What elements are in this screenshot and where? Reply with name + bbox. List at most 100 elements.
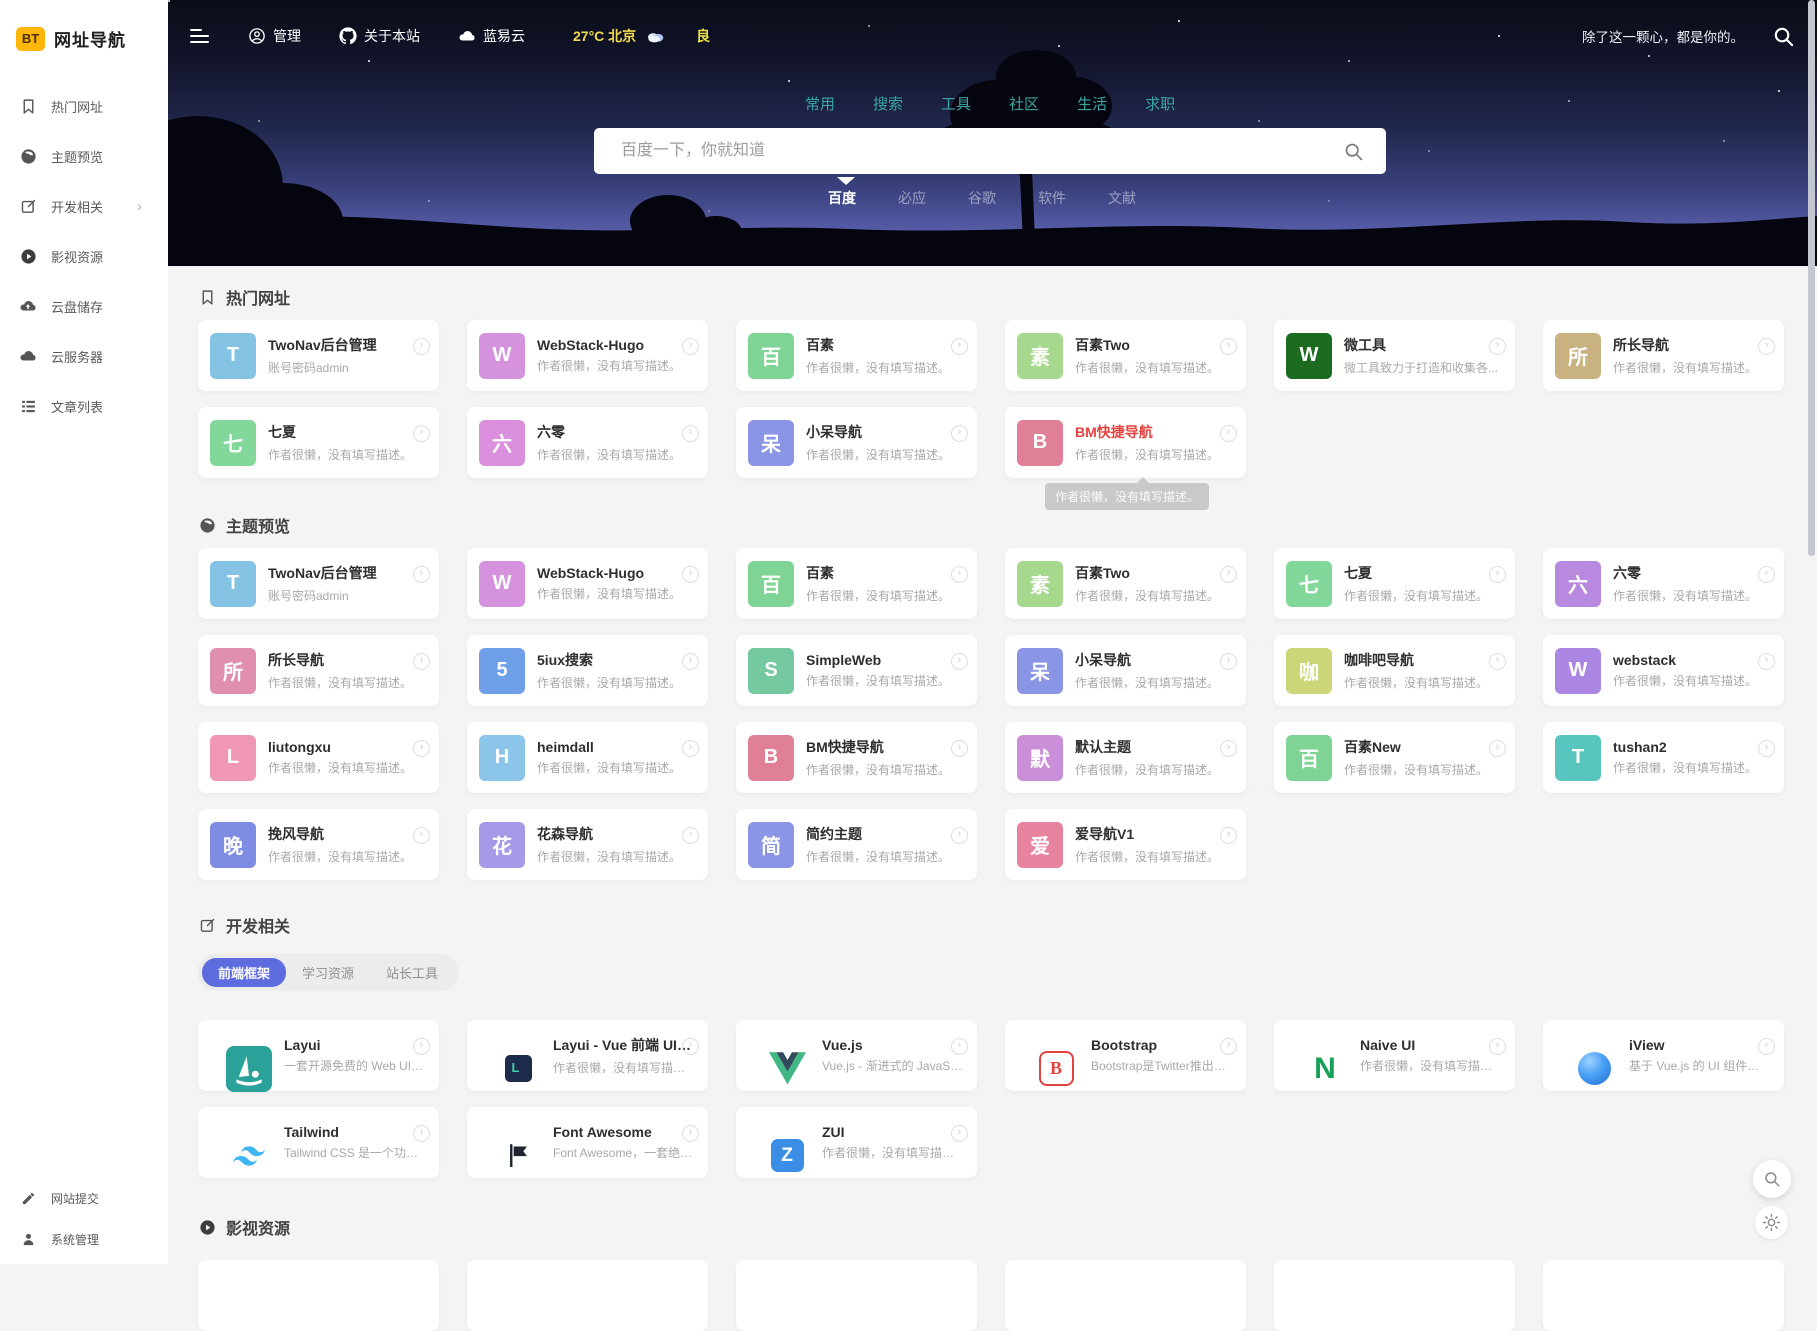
site-card[interactable]: WWebStack-Hugo作者很懒，没有填写描述。› [467, 548, 708, 619]
category-tab-4[interactable]: 生活 [1077, 93, 1107, 114]
chevron-circle-icon[interactable]: › [413, 653, 430, 670]
sidebar-item-admin[interactable]: 系统管理 [0, 1219, 168, 1260]
chevron-circle-icon[interactable]: › [1220, 338, 1237, 355]
site-card[interactable]: 素百素Two作者很懒，没有填写描述。› [1005, 548, 1246, 619]
search-icon[interactable] [1772, 25, 1795, 48]
chevron-circle-icon[interactable]: › [951, 1038, 968, 1055]
chevron-circle-icon[interactable]: › [682, 1125, 699, 1142]
site-card[interactable]: 55iux搜索作者很懒，没有填写描述。› [467, 635, 708, 706]
chevron-circle-icon[interactable]: › [1758, 338, 1775, 355]
site-card[interactable]: 咖咖啡吧导航作者很懒，没有填写描述。› [1274, 635, 1515, 706]
site-card[interactable]: 呆小呆导航作者很懒，没有填写描述。› [1005, 635, 1246, 706]
site-card[interactable]: 所所长导航作者很懒，没有填写描述。› [198, 635, 439, 706]
sidebar-item-submit[interactable]: 网站提交 [0, 1178, 168, 1219]
chevron-circle-icon[interactable]: › [682, 1038, 699, 1055]
chevron-circle-icon[interactable]: › [951, 566, 968, 583]
site-card[interactable]: 百百素作者很懒，没有填写描述。› [736, 548, 977, 619]
engine-bing[interactable]: 必应 [898, 188, 926, 208]
site-card[interactable] [467, 1260, 708, 1331]
chevron-circle-icon[interactable]: › [951, 425, 968, 442]
category-tab-3[interactable]: 社区 [1009, 93, 1039, 114]
site-card[interactable]: 花花森导航作者很懒，没有填写描述。› [467, 809, 708, 880]
chevron-circle-icon[interactable]: › [682, 740, 699, 757]
site-card[interactable]: 默默认主题作者很懒，没有填写描述。› [1005, 722, 1246, 793]
chevron-circle-icon[interactable]: › [682, 653, 699, 670]
topbar-item-about[interactable]: 关于本站 [339, 26, 420, 46]
site-card[interactable]: 六六零作者很懒，没有填写描述。› [1543, 548, 1784, 619]
site-card[interactable] [198, 1260, 439, 1331]
site-card[interactable]: WWebStack-Hugo作者很懒，没有填写描述。› [467, 320, 708, 391]
theme-brightness-button[interactable] [1755, 1206, 1788, 1239]
sidebar-item-theme[interactable]: 主题预览 [0, 131, 168, 181]
site-card[interactable]: Lliutongxu作者很懒，没有填写描述。› [198, 722, 439, 793]
site-card[interactable]: Hheimdall作者很懒，没有填写描述。› [467, 722, 708, 793]
chevron-circle-icon[interactable]: › [1489, 338, 1506, 355]
chevron-circle-icon[interactable]: › [951, 653, 968, 670]
chevron-circle-icon[interactable]: › [413, 827, 430, 844]
chevron-circle-icon[interactable]: › [682, 338, 699, 355]
site-card[interactable]: 素百素Two作者很懒，没有填写描述。› [1005, 320, 1246, 391]
dev-tab-1[interactable]: 学习资源 [286, 958, 370, 987]
dev-tab-2[interactable]: 站长工具 [370, 958, 454, 987]
chevron-circle-icon[interactable]: › [413, 1038, 430, 1055]
chevron-circle-icon[interactable]: › [1758, 653, 1775, 670]
topbar-item-admin[interactable]: 管理 [248, 26, 301, 46]
sidebar-item-dev[interactable]: 开发相关› [0, 181, 168, 231]
chevron-circle-icon[interactable]: › [951, 338, 968, 355]
site-card[interactable]: LLayui - Vue 前端 UI 框架作者很懒，没有填写描述。› [467, 1020, 708, 1091]
site-card[interactable]: NNaive UI作者很懒，没有填写描述。› [1274, 1020, 1515, 1091]
chevron-circle-icon[interactable]: › [1489, 740, 1506, 757]
topbar-item-cloud[interactable]: 蓝易云 [458, 26, 525, 46]
site-card[interactable]: ZZUI作者很懒，没有填写描述。› [736, 1107, 977, 1178]
chevron-circle-icon[interactable]: › [1758, 740, 1775, 757]
chevron-circle-icon[interactable]: › [413, 1125, 430, 1142]
site-card[interactable]: 六六零作者很懒，没有填写描述。› [467, 407, 708, 478]
chevron-circle-icon[interactable]: › [1220, 740, 1237, 757]
chevron-circle-icon[interactable]: › [1220, 425, 1237, 442]
category-tab-2[interactable]: 工具 [941, 93, 971, 114]
category-tab-0[interactable]: 常用 [805, 93, 835, 114]
chevron-circle-icon[interactable]: › [682, 425, 699, 442]
chevron-circle-icon[interactable]: › [1220, 827, 1237, 844]
site-card[interactable]: TailwindTailwind CSS 是一个功能类...› [198, 1107, 439, 1178]
site-card[interactable] [736, 1260, 977, 1331]
chevron-circle-icon[interactable]: › [413, 740, 430, 757]
site-card[interactable] [1543, 1260, 1784, 1331]
site-card[interactable]: 百百素New作者很懒，没有填写描述。› [1274, 722, 1515, 793]
site-card[interactable]: TTwoNav后台管理账号密码admin› [198, 320, 439, 391]
site-card[interactable]: BBootstrapBootstrap是Twitter推出的...› [1005, 1020, 1246, 1091]
sidebar-item-video[interactable]: 影视资源 [0, 231, 168, 281]
site-card[interactable]: Vue.jsVue.js - 渐进式的 JavaScri...› [736, 1020, 977, 1091]
engine-google[interactable]: 谷歌 [968, 188, 996, 208]
category-tab-1[interactable]: 搜索 [873, 93, 903, 114]
site-card[interactable]: BBM快捷导航作者很懒，没有填写描述。›作者很懒，没有填写描述。 [1005, 407, 1246, 478]
chevron-circle-icon[interactable]: › [1489, 1038, 1506, 1055]
chevron-circle-icon[interactable]: › [1758, 566, 1775, 583]
chevron-circle-icon[interactable]: › [951, 1125, 968, 1142]
site-card[interactable]: BBM快捷导航作者很懒，没有填写描述。› [736, 722, 977, 793]
site-card[interactable]: SSimpleWeb作者很懒，没有填写描述。› [736, 635, 977, 706]
site-card[interactable]: 简简约主题作者很懒，没有填写描述。› [736, 809, 977, 880]
site-card[interactable]: 呆小呆导航作者很懒，没有填写描述。› [736, 407, 977, 478]
site-card[interactable]: 爱爱导航V1作者很懒，没有填写描述。› [1005, 809, 1246, 880]
engine-baidu[interactable]: 百度 [828, 188, 856, 208]
site-card[interactable]: Font AwesomeFont Awesome，一套绝佳...› [467, 1107, 708, 1178]
sidebar-item-articles[interactable]: 文章列表 [0, 381, 168, 431]
site-card[interactable]: Ttushan2作者很懒，没有填写描述。› [1543, 722, 1784, 793]
site-card[interactable]: W微工具微工具致力于打造和收集各...› [1274, 320, 1515, 391]
sidebar-item-hot[interactable]: 热门网址 [0, 81, 168, 131]
site-card[interactable]: Layui一套开源免费的 Web UI 组...› [198, 1020, 439, 1091]
chevron-circle-icon[interactable]: › [951, 740, 968, 757]
site-card[interactable]: 百百素作者很懒，没有填写描述。› [736, 320, 977, 391]
engine-docs[interactable]: 文献 [1108, 188, 1136, 208]
sidebar-item-cloud-disk[interactable]: 云盘储存 [0, 281, 168, 331]
site-card[interactable]: TTwoNav后台管理账号密码admin› [198, 548, 439, 619]
chevron-circle-icon[interactable]: › [413, 425, 430, 442]
chevron-circle-icon[interactable]: › [413, 338, 430, 355]
chevron-circle-icon[interactable]: › [1489, 653, 1506, 670]
chevron-circle-icon[interactable]: › [951, 827, 968, 844]
site-card[interactable]: 晚挽风导航作者很懒，没有填写描述。› [198, 809, 439, 880]
chevron-circle-icon[interactable]: › [682, 566, 699, 583]
sidebar-item-cloud-server[interactable]: 云服务器 [0, 331, 168, 381]
site-card[interactable]: Wwebstack作者很懒，没有填写描述。› [1543, 635, 1784, 706]
